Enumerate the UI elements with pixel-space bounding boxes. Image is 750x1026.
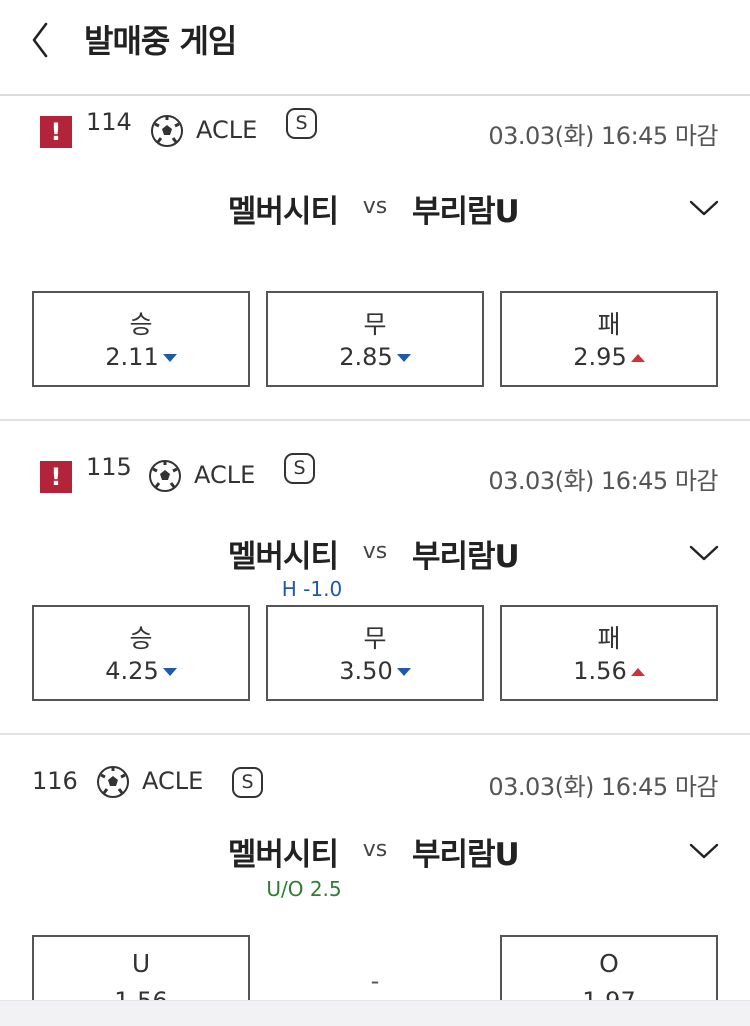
game-number: 116 bbox=[32, 767, 78, 795]
trend-down-icon bbox=[396, 354, 411, 362]
chevron-down-icon[interactable] bbox=[688, 198, 720, 218]
vs-label: vs bbox=[362, 539, 388, 564]
odds-label: 무 bbox=[363, 624, 387, 653]
away-team: 부리람U bbox=[412, 837, 520, 873]
home-team: 멜버시티 bbox=[227, 837, 339, 873]
odds-label: 승 bbox=[129, 310, 153, 339]
odds-label: 패 bbox=[597, 310, 621, 339]
game-card-115: ! 115 ACLE S 03.03(화) 16:45 마감 멜버시티 vs 부… bbox=[0, 421, 750, 733]
odds-lose-button[interactable]: 패 2.95 bbox=[500, 291, 718, 387]
deadline: 03.03(화) 16:45 마감 bbox=[488, 467, 718, 495]
league-name: ACLE bbox=[194, 461, 256, 489]
alert-icon: ! bbox=[40, 116, 72, 148]
home-team: 멜버시티 bbox=[227, 539, 339, 575]
league-name: ACLE bbox=[196, 116, 258, 144]
odds-value: 2.11 bbox=[105, 343, 159, 371]
page-title: 발매중 게임 bbox=[84, 22, 237, 60]
game-card-116: 116 ACLE S 03.03(화) 16:45 마감 멜버시티 vs 부리람… bbox=[0, 735, 750, 1015]
odds-value: 3.50 bbox=[339, 657, 393, 685]
odds-lose-button[interactable]: 패 1.56 bbox=[500, 605, 718, 701]
trend-down-icon bbox=[162, 354, 177, 362]
s-badge: S bbox=[232, 767, 263, 798]
trend-down-icon bbox=[162, 668, 177, 676]
odds-label: 패 bbox=[597, 624, 621, 653]
odds-value: 1.56 bbox=[573, 657, 627, 685]
league-name: ACLE bbox=[142, 767, 204, 795]
soccer-ball-icon bbox=[97, 766, 129, 798]
trend-up-icon bbox=[630, 354, 645, 362]
game-number: 114 bbox=[86, 108, 132, 136]
s-badge: S bbox=[286, 108, 317, 139]
handicap-label: H -1.0 bbox=[281, 577, 343, 601]
odds-label: O bbox=[599, 949, 619, 978]
odds-label: 승 bbox=[129, 624, 153, 653]
top-header: 발매중 게임 bbox=[0, 0, 750, 96]
alert-icon: ! bbox=[40, 461, 72, 493]
s-badge: S bbox=[284, 453, 315, 484]
trend-down-icon bbox=[396, 668, 411, 676]
soccer-ball-icon bbox=[149, 460, 181, 492]
chevron-down-icon[interactable] bbox=[688, 543, 720, 563]
game-card-114: ! 114 ACLE S 03.03(화) 16:45 마감 멜버시티 vs 부… bbox=[0, 96, 750, 420]
odds-value: 4.25 bbox=[105, 657, 159, 685]
vs-label: vs bbox=[362, 837, 388, 862]
back-button[interactable] bbox=[24, 18, 64, 62]
odds-value: 2.85 bbox=[339, 343, 393, 371]
deadline: 03.03(화) 16:45 마감 bbox=[488, 122, 718, 150]
away-team: 부리람U bbox=[412, 194, 520, 230]
odds-label: 무 bbox=[363, 310, 387, 339]
vs-label: vs bbox=[362, 194, 388, 219]
odds-win-button[interactable]: 승 2.11 bbox=[32, 291, 250, 387]
middle-dash: - bbox=[370, 967, 380, 995]
bottom-bar bbox=[0, 1000, 750, 1026]
away-team: 부리람U bbox=[412, 539, 520, 575]
odds-value: 2.95 bbox=[573, 343, 627, 371]
game-number: 115 bbox=[86, 453, 132, 481]
chevron-left-icon bbox=[32, 22, 48, 58]
trend-up-icon bbox=[630, 668, 645, 676]
odds-draw-button[interactable]: 무 3.50 bbox=[266, 605, 484, 701]
under-over-label: U/O 2.5 bbox=[266, 877, 342, 901]
deadline: 03.03(화) 16:45 마감 bbox=[488, 773, 718, 801]
odds-label: U bbox=[131, 949, 151, 978]
chevron-down-icon[interactable] bbox=[688, 841, 720, 861]
odds-draw-button[interactable]: 무 2.85 bbox=[266, 291, 484, 387]
soccer-ball-icon bbox=[151, 115, 183, 147]
odds-win-button[interactable]: 승 4.25 bbox=[32, 605, 250, 701]
home-team: 멜버시티 bbox=[227, 194, 339, 230]
